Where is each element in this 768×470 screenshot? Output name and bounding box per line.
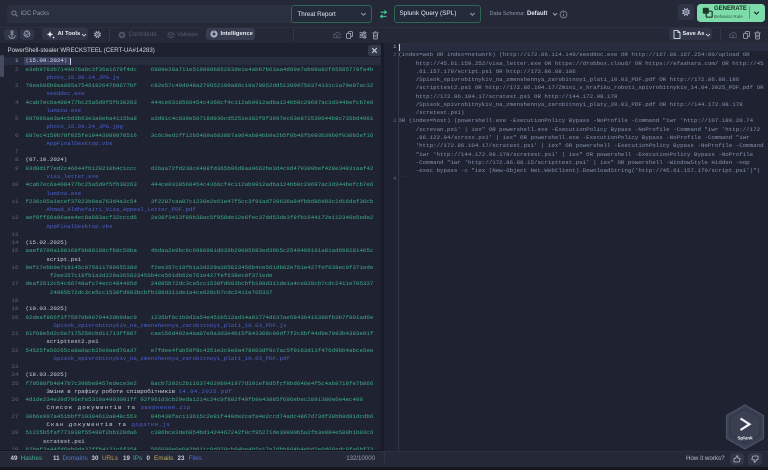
svg-text:Splunk: Splunk <box>737 436 753 441</box>
